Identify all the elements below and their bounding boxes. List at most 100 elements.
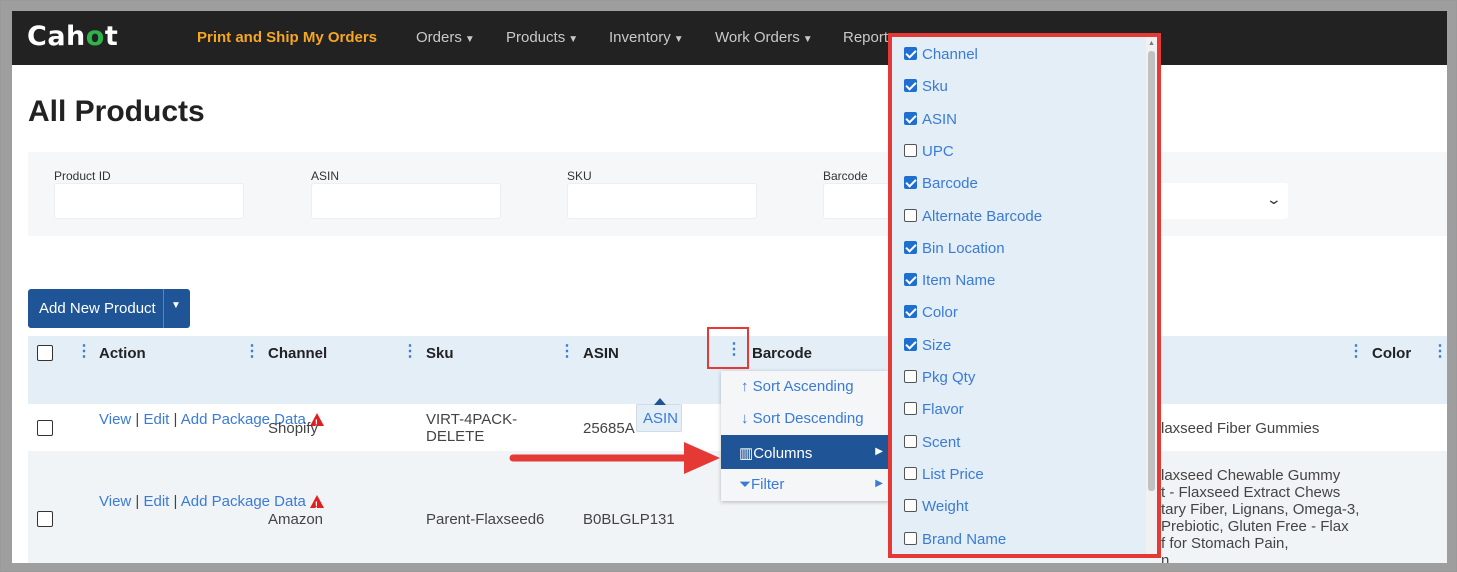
link-separator: | [173,411,178,428]
scroll-up-icon[interactable]: ▲ [1148,40,1155,47]
column-option-checkbox[interactable] [904,531,917,545]
column-chooser-list: Channel Sku ASIN UPC Barcode Alternate Barcod… [892,37,1146,554]
barcode-filter-label: Barcode [823,169,868,183]
column-menu-kebab-icon[interactable]: ⋮ [559,344,575,360]
cell-item-name: laxseed Fiber Gummies [1161,420,1320,437]
select-all-checkbox[interactable] [37,345,53,361]
cell-item-name: laxseed Chewable Gummy t - Flaxseed Extr… [1161,467,1359,563]
add-package-data-link[interactable]: Add Package Data [181,493,306,510]
link-separator: | [135,493,140,510]
view-link[interactable]: View [99,411,131,428]
column-option-checkbox[interactable] [904,79,917,93]
column-menu-kebab-icon[interactable]: ⋮ [244,344,260,360]
column-option-checkbox[interactable] [904,47,917,60]
sort-ascending-item[interactable]: ↑ Sort Ascending [721,371,891,403]
column-menu-kebab-icon[interactable]: ⋮ [1432,344,1447,360]
column-option-label: Sku [922,78,948,96]
column-option-checkbox[interactable] [904,111,917,125]
view-link[interactable]: View [99,493,131,510]
header-asin[interactable]: ASIN [583,345,619,362]
nav-inventory[interactable]: Inventory ▼ [609,29,684,46]
column-option-label: Alternate Barcode [922,207,1043,225]
column-option-checkbox[interactable] [904,370,917,383]
nav-work-orders[interactable]: Work Orders ▼ [715,29,813,46]
add-new-product-button[interactable]: Add New Product ▼ [28,289,190,328]
column-option-label: Scent [922,433,961,451]
column-chooser-panel: Channel Sku ASIN UPC Barcode Alternate Barcod… [888,33,1161,558]
asin-filter-label: ASIN [311,169,340,183]
item-name-line: tary Fiber, Lignans, Omega-3, [1161,501,1360,518]
column-option-checkbox[interactable] [904,434,917,448]
item-name-line: n [1161,552,1170,563]
columns-label: Columns [753,445,813,462]
column-option-checkbox[interactable] [904,240,917,254]
filter-panel: Product ID ASIN SKU Barcode ⌄ [28,152,1447,236]
column-option-checkbox[interactable] [904,273,917,287]
header-color[interactable]: Color [1372,345,1411,362]
column-option-label: Weight [922,498,969,516]
red-arrow-annotation-icon [509,442,720,474]
edit-link[interactable]: Edit [144,411,170,428]
logo-suffix: t [104,21,119,52]
nav-products[interactable]: Products ▼ [506,29,578,46]
item-name-line: t - Flaxseed Extract Chews [1161,484,1341,501]
column-option-checkbox[interactable] [904,337,917,351]
item-name-line: laxseed Chewable Gummy [1161,467,1341,484]
scrollbar-thumb[interactable] [1148,51,1155,491]
column-option-checkbox[interactable] [904,176,917,190]
asin-column-menu-highlight[interactable]: ⋮ [707,327,749,369]
cahoot-logo[interactable]: Cahot [27,21,118,52]
column-option-label: Brand Name [922,530,1007,548]
row-checkbox[interactable] [37,420,53,436]
cell-asin: B0BLGLP131 [583,511,675,528]
warning-icon [309,495,324,514]
column-option-checkbox[interactable] [904,402,917,416]
item-name-line: f for Stomach Pain, [1161,535,1289,552]
nav-orders-label: Orders [416,29,462,46]
tooltip-text: ASIN [643,410,679,427]
item-name-line: Prebiotic, Gluten Free - Flax [1161,518,1349,535]
sku-filter-input[interactable] [567,183,757,219]
chevron-down-icon: ⌄ [1265,191,1283,207]
columns-icon: ▥ [739,445,754,462]
column-option-checkbox[interactable] [904,208,917,222]
nav-report[interactable]: Report [843,29,888,46]
header-channel[interactable]: Channel [268,345,327,362]
cell-sku: Parent-Flaxseed6 [426,511,545,528]
link-separator: | [173,493,178,510]
caret-down-icon[interactable]: ▼ [171,300,181,311]
row-checkbox[interactable] [37,511,53,527]
filter-label: Filter [751,476,785,493]
column-option-label: Size [922,336,952,354]
asin-filter-input[interactable] [311,183,501,219]
asin-tooltip: ASIN [636,398,682,432]
column-option-checkbox[interactable] [904,305,917,319]
sku-filter-label: SKU [567,169,592,183]
nav-print-and-ship[interactable]: Print and Ship My Orders [197,29,377,46]
columns-item[interactable]: ▥Columns ▶ [721,435,891,469]
edit-link[interactable]: Edit [144,493,170,510]
caret-down-icon: ▼ [568,34,579,45]
sort-descending-item[interactable]: ↓ Sort Descending [721,403,891,435]
column-menu-kebab-icon[interactable]: ⋮ [402,344,418,360]
chooser-scrollbar[interactable]: ▲ [1146,37,1157,554]
link-separator: | [135,411,140,428]
chevron-right-icon: ▶ [875,478,883,489]
nav-orders[interactable]: Orders ▼ [416,29,475,46]
header-barcode[interactable]: Barcode [752,345,812,362]
header-sku[interactable]: Sku [426,345,454,362]
column-option-checkbox[interactable] [904,499,917,513]
header-action: Action [99,345,146,362]
filter-item[interactable]: ⏷Filter ▶ [721,469,891,501]
column-option-checkbox[interactable] [904,466,917,480]
page-title: All Products [28,95,205,128]
product-id-input[interactable] [54,183,244,219]
column-option-label: Barcode [922,175,978,193]
column-option-checkbox[interactable] [904,143,917,157]
arrow-up-icon: ↑ [741,378,753,395]
chevron-right-icon: ▶ [875,446,883,457]
caret-down-icon: ▼ [464,34,475,45]
column-menu-kebab-icon[interactable]: ⋮ [726,339,742,359]
column-menu-kebab-icon[interactable]: ⋮ [76,344,92,360]
column-menu-kebab-icon[interactable]: ⋮ [1348,344,1364,360]
